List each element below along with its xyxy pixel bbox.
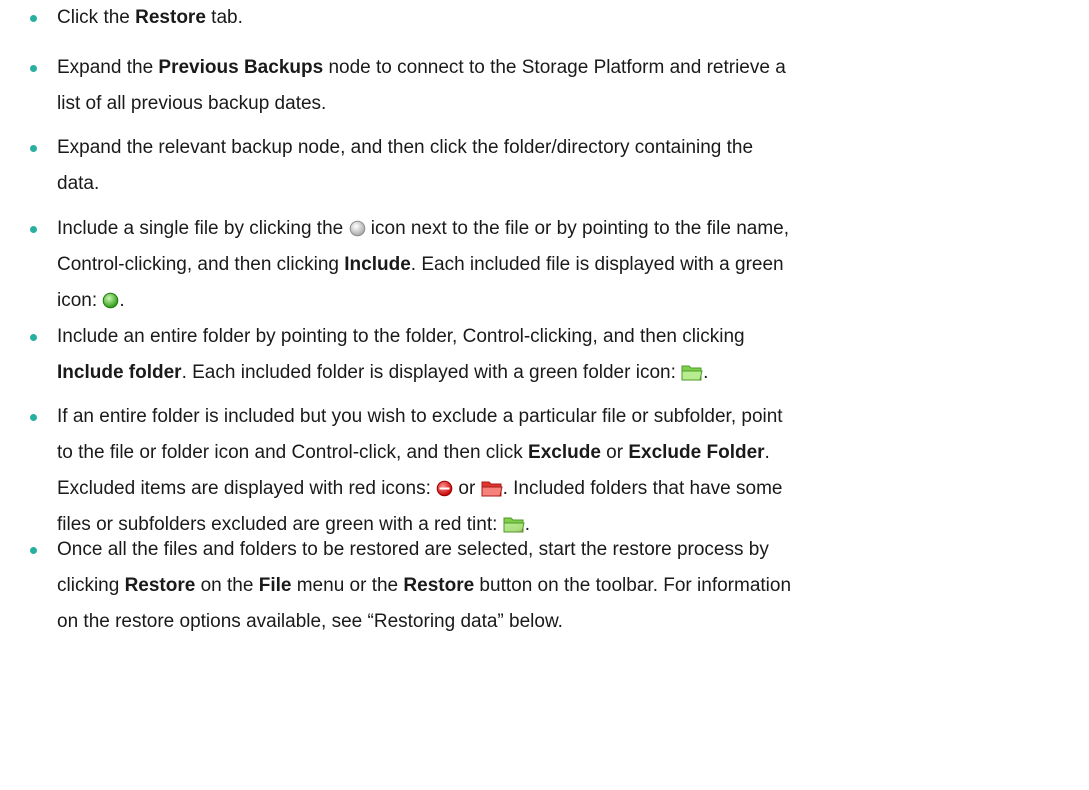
text-run: or <box>453 478 481 499</box>
grey-circle-icon <box>349 220 366 244</box>
text-run: data. <box>57 173 100 194</box>
text-run: or <box>600 442 629 463</box>
step-text-line: Once all the files and folders to be res… <box>57 538 769 562</box>
step-text-line: Include folder. Each included folder is … <box>57 361 708 388</box>
text-run: Include an entire folder by pointing to … <box>57 326 745 347</box>
text-run: node to connect to the Storage Platform … <box>323 57 786 78</box>
text-run: Once all the files and folders to be res… <box>57 539 769 560</box>
bullet-icon <box>30 547 37 554</box>
bullet-icon <box>30 15 37 22</box>
text-run: Click the <box>57 7 136 28</box>
text-run: to the file or folder icon and Control-c… <box>57 442 529 463</box>
text-run: clicking <box>57 575 125 596</box>
bullet-icon <box>30 414 37 421</box>
text-run: on the <box>195 575 259 596</box>
bullet-icon <box>30 226 37 233</box>
instruction-document: Click the Restore tab. Expand the Previou… <box>0 0 1089 790</box>
step-text-line: Expand the Previous Backups node to conn… <box>57 56 786 80</box>
step-text-line: Click the Restore tab. <box>57 6 243 30</box>
bullet-icon <box>30 145 37 152</box>
step-text-line: If an entire folder is included but you … <box>57 405 783 429</box>
text-run: . <box>764 442 770 463</box>
text-run: on the restore options available, see “R… <box>57 611 563 632</box>
bold-term: Previous Backups <box>158 57 324 78</box>
red-circle-icon <box>436 480 453 504</box>
text-run: Expand the relevant backup node, and the… <box>57 137 754 158</box>
text-run: Excluded items are displayed with red ic… <box>57 478 437 499</box>
red-folder-icon <box>481 479 503 504</box>
bold-term: Restore <box>124 575 196 596</box>
step-text-line: Excluded items are displayed with red ic… <box>57 477 782 504</box>
step-text-line: list of all previous backup dates. <box>57 92 326 116</box>
text-run: Expand the <box>57 57 159 78</box>
step-text-line: Include an entire folder by pointing to … <box>57 325 745 349</box>
text-run: . Each included folder is displayed with… <box>181 362 682 383</box>
bold-term: Exclude <box>528 442 601 463</box>
step-text-line: files or subfolders excluded are green w… <box>57 513 530 540</box>
text-run: tab. <box>205 7 243 28</box>
text-run: list of all previous backup dates. <box>57 93 327 114</box>
bullet-icon <box>30 65 37 72</box>
text-run: If an entire folder is included but you … <box>57 406 783 427</box>
bold-term: Include <box>344 254 411 275</box>
text-run: menu or the <box>291 575 404 596</box>
tinted-folder-icon <box>503 515 525 540</box>
text-run: Include a single file by clicking the <box>57 218 349 239</box>
text-run: . <box>119 290 125 311</box>
bold-term: Exclude Folder <box>628 442 765 463</box>
bold-term: Restore <box>403 575 475 596</box>
step-text-line: Control-clicking, and then clicking Incl… <box>57 253 784 277</box>
step-text-line: on the restore options available, see “R… <box>57 610 563 634</box>
step-text-line: Expand the relevant backup node, and the… <box>57 136 753 160</box>
green-circle-icon <box>102 292 119 316</box>
text-run: icon: <box>57 290 103 311</box>
text-run: button on the toolbar. For information <box>474 575 792 596</box>
text-run: . Each included file is displayed with a… <box>410 254 784 275</box>
step-text-line: Include a single file by clicking the ic… <box>57 217 789 244</box>
step-text-line: data. <box>57 172 99 196</box>
step-text-line: to the file or folder icon and Control-c… <box>57 441 770 465</box>
bold-term: Include folder <box>57 362 182 383</box>
bold-term: File <box>258 575 292 596</box>
text-run: Control-clicking, and then clicking <box>57 254 345 275</box>
text-run: . Included folders that have some <box>502 478 783 499</box>
step-text-line: clicking Restore on the File menu or the… <box>57 574 791 598</box>
text-run: . <box>703 362 709 383</box>
step-text-line: icon: . <box>57 289 125 316</box>
bullet-icon <box>30 334 37 341</box>
green-folder-icon <box>681 363 703 388</box>
bold-term: Restore <box>135 7 206 28</box>
text-run: icon next to the file or by pointing to … <box>365 218 790 239</box>
text-run: . <box>524 514 530 535</box>
text-run: files or subfolders excluded are green w… <box>57 514 503 535</box>
